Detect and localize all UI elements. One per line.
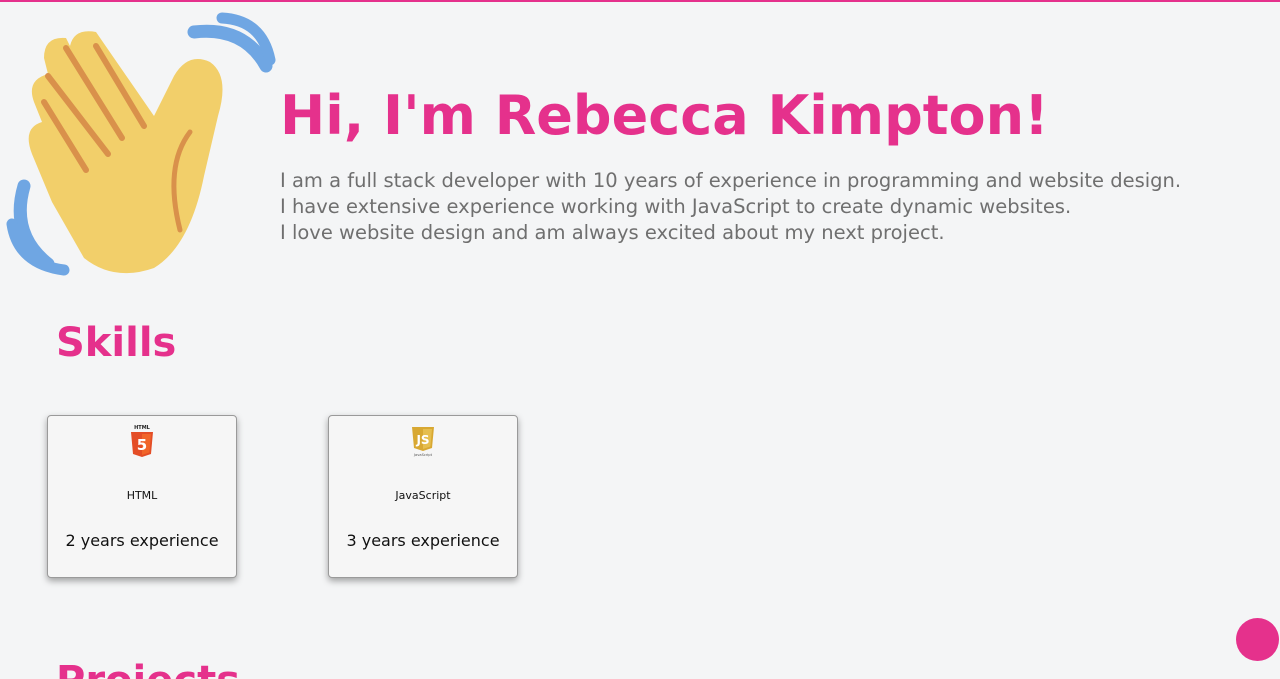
floating-action-button[interactable]: [1236, 618, 1279, 661]
svg-text:5: 5: [137, 436, 147, 454]
skill-card-html: HTML 5 HTML 2 years experience: [47, 415, 237, 578]
html5-logo-icon: HTML 5: [131, 425, 153, 457]
skill-name: JavaScript: [395, 489, 451, 502]
bio-line: I love website design and am always exci…: [280, 221, 945, 244]
hero-bio: I am a full stack developer with 10 year…: [280, 168, 1181, 246]
projects-heading: Projects: [56, 658, 240, 679]
skill-name: HTML: [126, 489, 158, 502]
skill-card-javascript: JS JavaScript JavaScript 3 years experie…: [328, 415, 518, 578]
waving-hand-icon: [6, 12, 276, 276]
javascript-logo-icon: JS JavaScript: [412, 427, 434, 457]
portfolio-page: Hi, I'm Rebecca Kimpton! I am a full sta…: [0, 0, 1280, 679]
svg-text:HTML: HTML: [134, 425, 151, 431]
bio-line: I have extensive experience working with…: [280, 195, 1072, 218]
svg-text:JavaScript: JavaScript: [413, 453, 433, 457]
svg-text:JS: JS: [415, 433, 429, 447]
bio-line: I am a full stack developer with 10 year…: [280, 169, 1182, 192]
skill-experience: 2 years experience: [65, 531, 219, 550]
skills-heading: Skills: [56, 320, 177, 366]
hero-title: Hi, I'm Rebecca Kimpton!: [280, 84, 1049, 147]
skill-experience: 3 years experience: [346, 531, 500, 550]
